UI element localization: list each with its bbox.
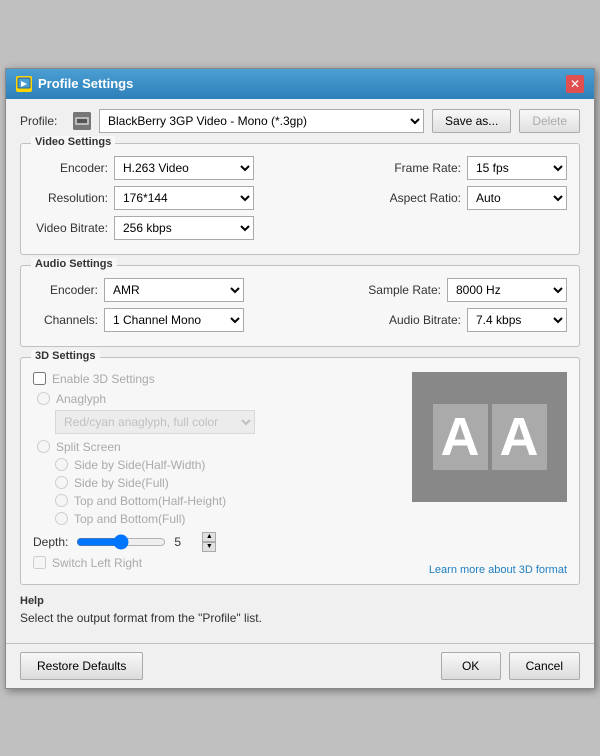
video-settings-content: Encoder: H.263 Video Frame Rate: 15 fps … — [33, 156, 567, 240]
audio-encoder-select[interactable]: AMR — [104, 278, 244, 302]
audio-bitrate-label: Audio Bitrate: — [376, 313, 461, 327]
resolution-select[interactable]: 176*144 — [114, 186, 254, 210]
3d-content: Enable 3D Settings Anaglyph Red/cyan ana… — [33, 372, 567, 576]
enable-3d-row: Enable 3D Settings — [33, 372, 402, 386]
channels-label: Channels: — [33, 313, 98, 327]
enable-3d-checkbox[interactable] — [33, 372, 46, 385]
split-screen-row: Split Screen — [37, 440, 402, 454]
split-screen-radio[interactable] — [37, 440, 50, 453]
switch-lr-label: Switch Left Right — [52, 556, 142, 570]
frame-rate-select[interactable]: 15 fps — [467, 156, 567, 180]
preview-char-a1: A — [433, 404, 488, 470]
help-text: Select the output format from the "Profi… — [20, 611, 580, 625]
3d-settings-title: 3D Settings — [31, 350, 100, 362]
encoder-select[interactable]: H.263 Video — [114, 156, 254, 180]
encoder-label: Encoder: — [33, 161, 108, 175]
delete-button[interactable]: Delete — [519, 109, 580, 133]
side-by-side-full-row: Side by Side(Full) — [55, 476, 402, 490]
profile-icon — [73, 112, 91, 130]
restore-defaults-button[interactable]: Restore Defaults — [20, 652, 143, 680]
audio-settings-content: Encoder: AMR Sample Rate: 8000 Hz Channe… — [33, 278, 567, 332]
dialog-body: Profile: BlackBerry 3GP Video - Mono (*.… — [6, 99, 594, 643]
split-screen-label: Split Screen — [56, 440, 121, 454]
depth-label: Depth: — [33, 535, 68, 549]
switch-lr-row: Switch Left Right — [33, 556, 402, 570]
channels-select[interactable]: 1 Channel Mono — [104, 308, 244, 332]
ok-button[interactable]: OK — [441, 652, 501, 680]
depth-up-button[interactable]: ▲ — [202, 532, 216, 542]
depth-value: 5 — [174, 535, 194, 549]
resolution-aspect-row: Resolution: 176*144 Aspect Ratio: Auto — [33, 186, 567, 210]
anaglyph-select: Red/cyan anaglyph, full color — [55, 410, 255, 434]
3d-controls: Enable 3D Settings Anaglyph Red/cyan ana… — [33, 372, 402, 576]
audio-bitrate-select[interactable]: 7.4 kbps — [467, 308, 567, 332]
depth-row: Depth: 5 ▲ ▼ — [33, 532, 402, 552]
audio-settings-title: Audio Settings — [31, 258, 117, 270]
audio-encoder-label: Encoder: — [33, 283, 98, 297]
help-title: Help — [20, 595, 580, 607]
switch-lr-checkbox[interactable] — [33, 556, 46, 569]
3d-right: A A Learn more about 3D format — [412, 372, 567, 576]
aspect-ratio-label: Aspect Ratio: — [376, 191, 461, 205]
depth-down-button[interactable]: ▼ — [202, 542, 216, 552]
top-bottom-full-radio[interactable] — [55, 512, 68, 525]
top-bottom-half-radio[interactable] — [55, 494, 68, 507]
video-bitrate-label: Video Bitrate: — [33, 221, 108, 235]
preview-aa: A A — [433, 404, 547, 470]
top-bottom-full-label: Top and Bottom(Full) — [74, 512, 185, 526]
app-icon — [16, 76, 32, 92]
profile-settings-dialog: Profile Settings ✕ Profile: BlackBerry 3… — [5, 68, 595, 689]
save-as-button[interactable]: Save as... — [432, 109, 511, 133]
side-by-side-full-label: Side by Side(Full) — [74, 476, 169, 490]
depth-spinner: ▲ ▼ — [202, 532, 216, 552]
side-by-side-half-label: Side by Side(Half-Width) — [74, 458, 205, 472]
audio-encoder-sample-row: Encoder: AMR Sample Rate: 8000 Hz — [33, 278, 567, 302]
side-by-side-half-radio[interactable] — [55, 458, 68, 471]
enable-3d-label: Enable 3D Settings — [52, 372, 155, 386]
video-settings-title: Video Settings — [31, 136, 115, 148]
video-settings-section: Video Settings Encoder: H.263 Video Fram… — [20, 143, 580, 255]
channels-abitrate-row: Channels: 1 Channel Mono Audio Bitrate: … — [33, 308, 567, 332]
video-bitrate-select[interactable]: 256 kbps — [114, 216, 254, 240]
profile-label: Profile: — [20, 114, 65, 128]
profile-row: Profile: BlackBerry 3GP Video - Mono (*.… — [20, 109, 580, 133]
top-bottom-half-row: Top and Bottom(Half-Height) — [55, 494, 402, 508]
sample-rate-select[interactable]: 8000 Hz — [447, 278, 567, 302]
depth-slider[interactable] — [76, 534, 166, 550]
sample-rate-label: Sample Rate: — [356, 283, 441, 297]
aspect-ratio-select[interactable]: Auto — [467, 186, 567, 210]
preview-char-a2: A — [492, 404, 547, 470]
anaglyph-row: Anaglyph — [37, 392, 402, 406]
top-bottom-half-label: Top and Bottom(Half-Height) — [74, 494, 226, 508]
titlebar-left: Profile Settings — [16, 76, 133, 92]
footer-right: OK Cancel — [441, 652, 580, 680]
side-by-side-full-radio[interactable] — [55, 476, 68, 489]
top-bottom-full-row: Top and Bottom(Full) — [55, 512, 402, 526]
resolution-label: Resolution: — [33, 191, 108, 205]
close-button[interactable]: ✕ — [566, 75, 584, 93]
help-section: Help Select the output format from the "… — [20, 595, 580, 625]
dialog-title: Profile Settings — [38, 76, 133, 91]
audio-settings-section: Audio Settings Encoder: AMR Sample Rate:… — [20, 265, 580, 347]
cancel-button[interactable]: Cancel — [509, 652, 580, 680]
anaglyph-label: Anaglyph — [56, 392, 106, 406]
titlebar: Profile Settings ✕ — [6, 69, 594, 99]
side-by-side-half-row: Side by Side(Half-Width) — [55, 458, 402, 472]
encoder-framerate-row: Encoder: H.263 Video Frame Rate: 15 fps — [33, 156, 567, 180]
3d-preview: A A — [412, 372, 567, 502]
frame-rate-label: Frame Rate: — [376, 161, 461, 175]
anaglyph-radio[interactable] — [37, 392, 50, 405]
video-bitrate-row: Video Bitrate: 256 kbps — [33, 216, 567, 240]
profile-select[interactable]: BlackBerry 3GP Video - Mono (*.3gp) — [99, 109, 424, 133]
dialog-footer: Restore Defaults OK Cancel — [6, 643, 594, 688]
learn-more-link[interactable]: Learn more about 3D format — [429, 564, 567, 576]
3d-settings-section: 3D Settings Enable 3D Settings Anaglyph … — [20, 357, 580, 585]
